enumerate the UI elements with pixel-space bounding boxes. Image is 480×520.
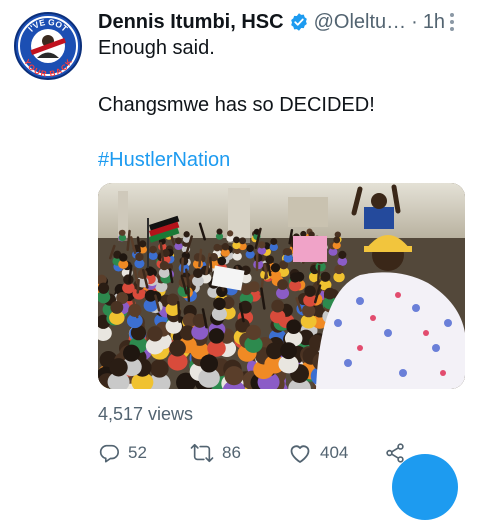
like-button[interactable]: 404 xyxy=(288,441,348,465)
dot-separator: · xyxy=(411,11,418,34)
like-count: 404 xyxy=(320,443,348,463)
hashtag-link[interactable]: #HustlerNation xyxy=(98,149,230,172)
avatar[interactable]: I'VE GOT YOUR BACK xyxy=(14,12,82,80)
compose-tweet-button[interactable] xyxy=(392,454,458,520)
author-handle[interactable]: @Oleltu… xyxy=(314,11,407,34)
reply-button[interactable]: 52 xyxy=(98,441,147,465)
like-icon xyxy=(288,442,312,464)
verified-badge-icon xyxy=(289,12,309,32)
reply-icon xyxy=(98,442,120,464)
tweet[interactable]: I'VE GOT YOUR BACK Dennis Itumbi, HSC @O… xyxy=(0,0,480,474)
share-icon xyxy=(384,442,406,464)
view-count[interactable]: 4,517 views xyxy=(98,404,193,425)
tweet-text-line-2: Changsmwe has so DECIDED! xyxy=(98,94,375,117)
retweet-button[interactable]: 86 xyxy=(190,441,241,465)
author-name[interactable]: Dennis Itumbi, HSC xyxy=(98,11,284,34)
tweet-text-line-1: Enough said. xyxy=(98,37,215,60)
retweet-icon xyxy=(190,442,214,464)
retweet-count: 86 xyxy=(222,443,241,463)
tweet-header: Dennis Itumbi, HSC @Oleltu… · 1h xyxy=(98,8,470,36)
more-vertical-icon[interactable] xyxy=(442,10,462,34)
tweet-media-image[interactable] xyxy=(98,183,465,389)
reply-count: 52 xyxy=(128,443,147,463)
